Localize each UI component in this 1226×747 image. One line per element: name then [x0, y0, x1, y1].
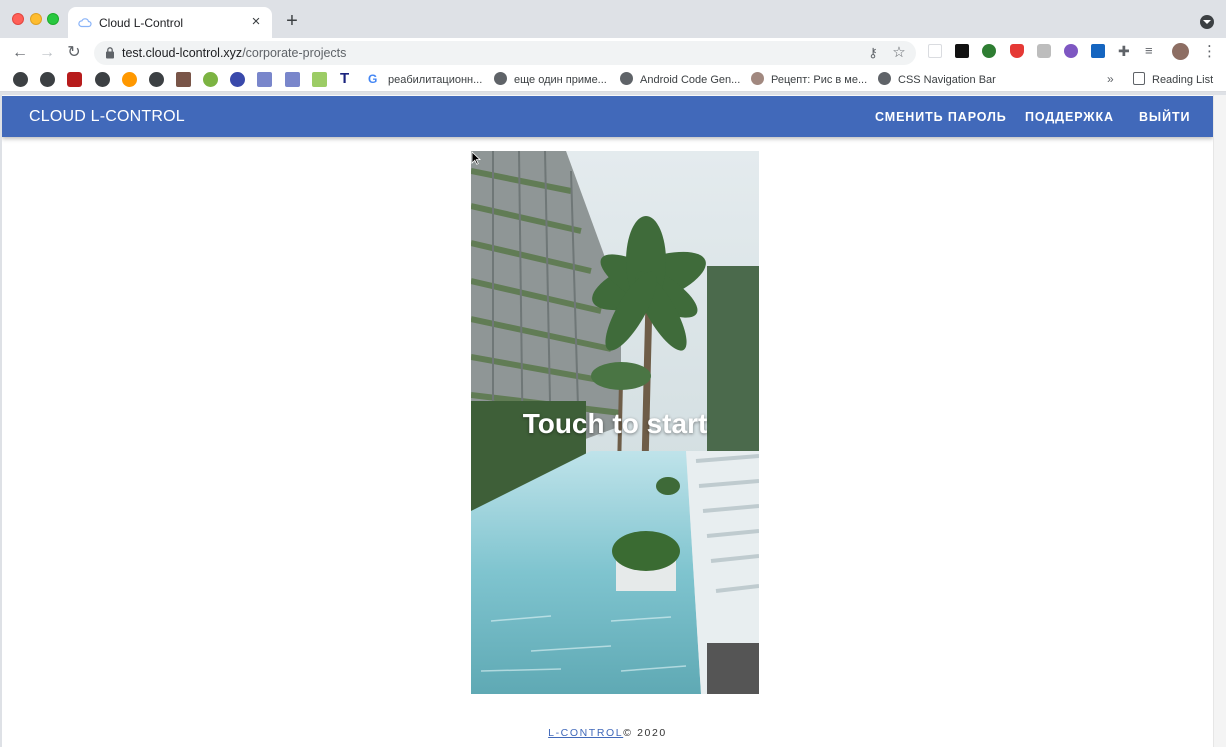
globe-icon	[878, 72, 891, 85]
support-link[interactable]: ПОДДЕРЖКА	[1025, 110, 1114, 124]
extension-icon[interactable]	[1064, 44, 1078, 58]
new-tab-button[interactable]: +	[283, 10, 301, 32]
extension-icon[interactable]	[982, 44, 996, 58]
bowl-icon	[751, 72, 764, 85]
app-header: CLOUD L-CONTROL СМЕНИТЬ ПАРОЛЬ ПОДДЕРЖКА…	[2, 96, 1213, 137]
bookmark-label: еще один приме...	[514, 74, 607, 86]
reading-list-button[interactable]: Reading List	[1133, 72, 1213, 86]
extension-icon[interactable]	[928, 44, 942, 58]
puzzle-extensions-icon[interactable]: ✚	[1118, 43, 1130, 60]
touch-to-start-label[interactable]: Touch to start	[471, 408, 759, 440]
bookmark-icon[interactable]	[122, 72, 137, 87]
back-button[interactable]: ←	[9, 42, 31, 64]
footer-copyright: © 2020	[623, 727, 667, 739]
media-control-icon[interactable]: ≡	[1145, 43, 1153, 58]
reading-list-icon	[1133, 72, 1145, 85]
brand-logo[interactable]: CLOUD L-CONTROL	[29, 108, 185, 126]
jetbrains-extension-icon[interactable]	[955, 44, 969, 58]
profile-avatar[interactable]	[1172, 43, 1189, 60]
bookmark-icon[interactable]	[257, 72, 272, 87]
palm-icon[interactable]	[312, 72, 327, 87]
bookmark-item[interactable]: CSS Navigation Bar	[878, 72, 996, 88]
address-bar[interactable]: test.cloud-lcontrol.xyz/corporate-projec…	[94, 41, 916, 65]
bookmark-icon[interactable]	[230, 72, 245, 87]
url-host: test.cloud-lcontrol.xyz	[122, 46, 243, 60]
bookmark-icon[interactable]	[176, 72, 191, 87]
t-icon[interactable]: T	[340, 71, 355, 86]
globe-icon[interactable]	[149, 72, 164, 87]
extension-icon[interactable]	[1037, 44, 1051, 58]
bookmark-item[interactable]: Gреабилитационн...	[368, 72, 482, 88]
globe-icon	[620, 72, 633, 85]
footer-link[interactable]: L-CONTROL	[548, 727, 623, 739]
bookmark-label: CSS Navigation Bar	[898, 74, 996, 86]
mouse-cursor-icon	[471, 151, 481, 165]
scrollbar[interactable]	[1213, 95, 1226, 747]
globe-icon[interactable]	[13, 72, 28, 87]
browser-tab-active[interactable]: Cloud L-Control ×	[68, 7, 272, 38]
project-viewer[interactable]: Touch to start	[471, 151, 759, 694]
web-page: CLOUD L-CONTROL СМЕНИТЬ ПАРОЛЬ ПОДДЕРЖКА…	[2, 95, 1213, 747]
close-window-button[interactable]	[12, 13, 24, 25]
cloud-icon	[78, 18, 92, 28]
bookmarks-overflow-button[interactable]: »	[1107, 72, 1114, 86]
bookmark-label: Рецепт: Рис в ме...	[771, 74, 868, 86]
url-path: /corporate-projects	[242, 46, 347, 60]
bookmark-item[interactable]: Android Code Gen...	[620, 72, 740, 88]
globe-icon	[494, 72, 507, 85]
minimize-window-button[interactable]	[30, 13, 42, 25]
extension-icon[interactable]	[1091, 44, 1105, 58]
browser-toolbar: ← → ↻ test.cloud-lcontrol.xyz/corporate-…	[0, 38, 1226, 68]
browser-menu-icon[interactable]: ⋮	[1202, 42, 1217, 60]
google-icon: G	[368, 72, 378, 86]
bookmark-item[interactable]: Рецепт: Рис в ме...	[751, 72, 867, 88]
bookmark-icon[interactable]	[67, 72, 82, 87]
footer: L-CONTROL© 2020	[2, 727, 1213, 739]
reading-list-label: Reading List	[1152, 74, 1214, 86]
change-password-link[interactable]: СМЕНИТЬ ПАРОЛЬ	[875, 110, 1007, 124]
bookmark-label: Android Code Gen...	[640, 74, 741, 86]
bookmark-star-icon[interactable]: ☆	[890, 44, 908, 62]
bookmark-icon[interactable]	[203, 72, 218, 87]
reload-button[interactable]: ↻	[63, 42, 85, 64]
bookmark-item[interactable]: еще один приме...	[494, 72, 607, 88]
url-text: test.cloud-lcontrol.xyz/corporate-projec…	[122, 46, 346, 60]
lock-icon	[106, 47, 114, 59]
bookmarks-bar: T Gреабилитационн... еще один приме... A…	[0, 68, 1226, 92]
tab-title: Cloud L-Control	[99, 16, 184, 30]
bookmark-label: реабилитационн...	[388, 74, 483, 86]
forward-button[interactable]: →	[36, 42, 58, 64]
shield-extension-icon[interactable]	[1010, 44, 1024, 58]
browser-titlebar: Cloud L-Control × +	[0, 0, 1226, 38]
globe-icon[interactable]	[95, 72, 110, 87]
globe-icon[interactable]	[40, 72, 55, 87]
tab-close-icon[interactable]: ×	[248, 13, 264, 31]
maximize-window-button[interactable]	[47, 13, 59, 25]
bookmark-icon[interactable]	[285, 72, 300, 87]
logout-link[interactable]: ВЫЙТИ	[1139, 110, 1190, 124]
key-icon[interactable]: ⚷	[864, 44, 882, 62]
tab-search-icon[interactable]	[1200, 15, 1214, 29]
